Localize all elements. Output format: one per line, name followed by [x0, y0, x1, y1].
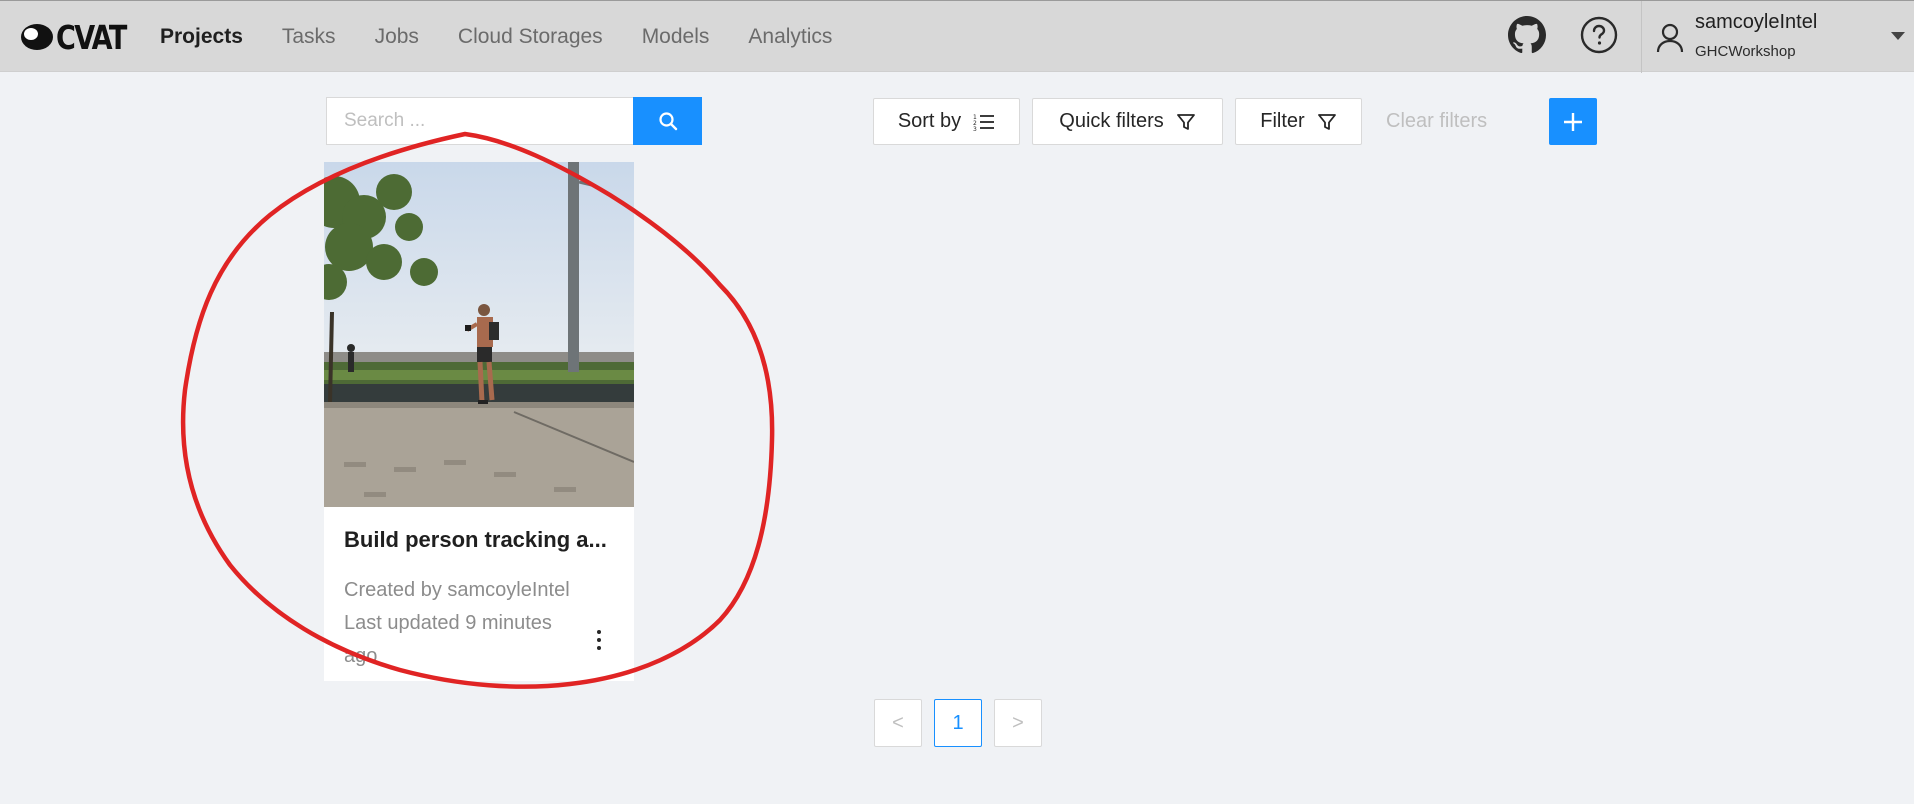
quick-filters-label: Quick filters	[1059, 110, 1164, 132]
nav-projects[interactable]: Projects	[160, 25, 243, 49]
sort-list-icon: 1 2 3	[973, 114, 995, 131]
plus-icon	[1564, 112, 1582, 131]
project-title[interactable]: Build person tracking a...	[344, 527, 626, 553]
funnel-icon	[1176, 113, 1195, 130]
quick-filters-button[interactable]: Quick filters	[1032, 98, 1223, 145]
nav-analytics[interactable]: Analytics	[748, 25, 832, 49]
project-created-by: Created by samcoyleIntel	[344, 579, 570, 601]
nav-jobs[interactable]: Jobs	[375, 25, 419, 49]
top-header: CVAT Projects Tasks Jobs Cloud Storages …	[0, 0, 1914, 73]
add-project-button[interactable]	[1549, 98, 1597, 145]
caret-down-icon[interactable]	[1891, 32, 1905, 40]
search-input[interactable]: Search ...	[326, 97, 634, 145]
sort-by-button[interactable]: Sort by 1 2 3	[873, 98, 1020, 145]
project-last-updated: Last updated 9 minutes ago	[344, 612, 552, 667]
logo-text: CVAT	[56, 17, 127, 57]
funnel-icon	[1317, 113, 1336, 130]
username: samcoyleIntel	[1695, 11, 1818, 33]
nav-cloud-storages[interactable]: Cloud Storages	[458, 25, 603, 49]
cvat-logo[interactable]: CVAT	[20, 17, 141, 57]
eye-logo-icon	[21, 24, 53, 50]
user-menu[interactable]: samcoyleIntel GHCWorkshop	[1641, 1, 1914, 73]
pagination-page-1[interactable]: 1	[934, 699, 982, 747]
project-meta: Created by samcoyleIntel Last updated 9 …	[344, 574, 574, 673]
pagination-next-button[interactable]: >	[994, 699, 1042, 747]
sort-by-label: Sort by	[897, 110, 962, 132]
organization-name: GHCWorkshop	[1695, 43, 1796, 60]
svg-text:3: 3	[973, 126, 977, 131]
filter-label: Filter	[1260, 110, 1305, 132]
clear-filters-button[interactable]: Clear filters	[1386, 98, 1487, 145]
pagination-prev-button[interactable]: <	[874, 699, 922, 747]
project-card[interactable]: Build person tracking a... Created by sa…	[324, 162, 634, 681]
user-icon	[1656, 23, 1684, 53]
filter-button[interactable]: Filter	[1235, 98, 1362, 145]
help-icon[interactable]	[1579, 15, 1619, 55]
project-preview-image	[324, 162, 634, 507]
project-thumbnail[interactable]	[324, 162, 634, 507]
github-icon[interactable]	[1507, 15, 1547, 55]
nav-tasks[interactable]: Tasks	[282, 25, 336, 49]
search-button[interactable]	[633, 97, 702, 145]
nav-models[interactable]: Models	[642, 25, 710, 49]
more-options-icon[interactable]	[586, 627, 612, 653]
main-nav: Projects Tasks Jobs Cloud Storages Model…	[160, 1, 871, 73]
search-icon	[658, 112, 677, 131]
